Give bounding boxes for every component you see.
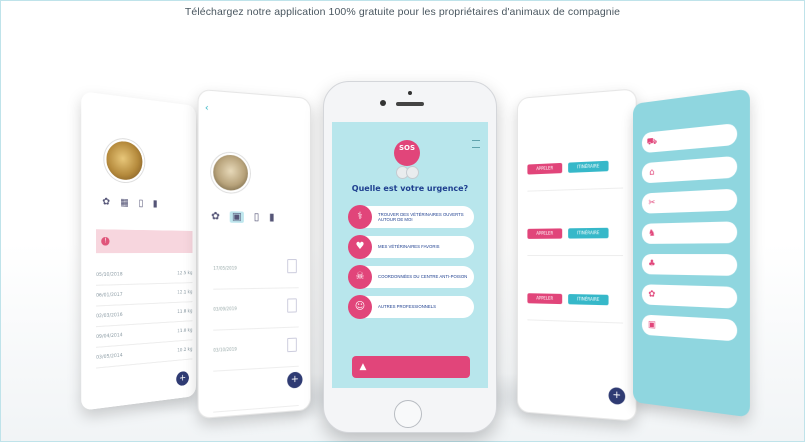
list-item[interactable]: 17/05/2019 [213,248,299,290]
phone-professionals: ⛟ ⌂ ✂ ♞ ♣ ✿ ▣ [633,88,750,418]
house-icon: ⌂ [649,167,655,178]
item-date: 17/05/2019 [213,265,237,271]
bottle-icon[interactable]: ▮ [269,212,274,223]
scissors-icon: ✂ [648,197,656,209]
back-chevron-icon[interactable]: ‹ [205,103,209,114]
other-professionals-button[interactable]: ☺ AUTRES PROFESSIONNELS [348,295,474,319]
phone-vet-list: APPELER ITINÉRAIRE APPELER ITINÉRAIRE AP… [517,88,637,422]
logo-text: SOS [398,144,416,152]
pet-tab-icons: ✿ ▦ ▯ ▮ [102,197,157,210]
list-item[interactable] [213,366,299,413]
calendar-icon[interactable]: ▦ [120,198,129,209]
camera-icon [408,91,412,95]
urgency-question: Quelle est votre urgence? [351,184,469,193]
item-date: 03/09/2019 [213,305,237,312]
weight-list: 05/10/2018 12.5 kg 06/01/2017 12.1 kg 02/0… [96,264,193,369]
phone-screen: SOS Quelle est votre urgence? ⚕ TROUVER … [332,122,488,388]
professional-icon: ☺ [348,295,372,319]
list-item[interactable]: 03/09/2019 [213,288,299,331]
paw-icon[interactable]: ✿ [102,197,110,208]
home-button[interactable] [394,400,422,428]
vet-card[interactable]: APPELER ITINÉRAIRE [527,263,624,324]
bottle-icon[interactable]: ▮ [153,199,158,210]
phone-pet-weight: ✿ ▦ ▯ ▮ ! 05/10/2018 12.5 kg 06/01/2017 12… [81,91,196,411]
row-value: 12.1 kg [177,289,193,296]
document-icon [287,298,297,313]
route-button[interactable]: ITINÉRAIRE [568,160,609,173]
health-record-list: 17/05/2019 03/09/2019 03/10/2019 [213,248,299,413]
pets-illustration [396,166,426,179]
row-value: 11.8 kg [177,308,193,315]
row-date: 03/05/2014 [96,352,123,361]
alert-banner[interactable]: ! [96,229,193,254]
favorite-vets-button[interactable]: ♥ MES VÉTÉRINAIRES FAVORIS [348,235,474,259]
cat-icon: ♣ [648,259,656,270]
antipoison-icon: ☠ [348,265,372,289]
sos-logo: SOS [394,140,420,166]
document-icon[interactable]: ▯ [139,198,144,209]
front-camera-icon [380,100,386,106]
emergency-banner-button[interactable]: ▲ [352,356,470,378]
phone-pet-health: ‹ ✿ ▣ ▯ ▮ 17/05/2019 03/09/2019 03/10/20… [197,88,311,420]
professional-item[interactable]: ▣ [641,314,738,342]
row-date: 06/01/2017 [96,292,123,299]
van-icon: ⛟ [646,136,658,148]
row-date: 02/03/2016 [96,312,123,320]
document-icon[interactable]: ▯ [254,212,259,223]
professional-item[interactable]: ♞ [641,221,738,244]
call-button[interactable]: APPELER [527,162,563,175]
professional-item[interactable]: ♣ [641,254,738,276]
pet-avatar-dog [104,137,145,184]
row-date: 09/04/2014 [96,332,123,340]
pet-tab-icons: ✿ ▣ ▯ ▮ [211,211,274,224]
list-item[interactable]: 03/10/2019 [213,327,299,372]
button-label: MES VÉTÉRINAIRES FAVORIS [378,244,440,250]
row-value: 12.5 kg [177,270,193,276]
professional-item[interactable]: ⛟ [641,123,738,154]
row-value: 10.2 kg [177,346,193,354]
professional-item[interactable]: ⌂ [641,155,738,184]
food-icon: ✿ [648,289,656,300]
professional-item[interactable]: ✿ [641,284,738,309]
headline: Téléchargez notre application 100% gratu… [184,6,621,18]
call-button[interactable]: APPELER [527,228,563,239]
pet-avatar-cat [211,151,250,194]
siren-icon: ▲ [359,362,367,372]
paw-icon[interactable]: ✿ [211,211,220,223]
route-button[interactable]: ITINÉRAIRE [568,227,609,239]
antipoison-button[interactable]: ☠ COORDONNÉES DU CENTRE ANTI-POISON [348,265,474,289]
alert-icon: ! [101,236,110,246]
find-vets-button[interactable]: ⚕ TROUVER DES VÉTÉRINAIRES OUVERTS AUTOU… [348,205,474,229]
button-label: AUTRES PROFESSIONNELS [378,304,437,310]
call-button[interactable]: APPELER [527,293,563,305]
professional-item[interactable]: ✂ [641,188,738,214]
add-button[interactable]: + [176,370,189,387]
medical-kit-icon[interactable]: ▣ [230,211,244,223]
speaker-grille [396,102,424,106]
row-value: 11.0 kg [177,327,193,334]
stethoscope-icon: ⚕ [348,205,372,229]
document-icon [287,337,297,353]
add-button[interactable]: + [287,371,303,389]
button-label: TROUVER DES VÉTÉRINAIRES OUVERTS AUTOUR … [378,211,464,223]
menu-icon[interactable] [472,140,480,148]
cat-face-icon [406,166,419,179]
row-date: 05/10/2018 [96,271,123,278]
bag-icon: ▣ [647,319,656,331]
vet-card[interactable]: APPELER ITINÉRAIRE [527,195,624,257]
dog-icon: ♞ [648,228,656,239]
route-button[interactable]: ITINÉRAIRE [568,294,609,306]
button-label: COORDONNÉES DU CENTRE ANTI-POISON [378,274,468,280]
document-icon [287,259,297,274]
add-button[interactable]: + [608,386,626,405]
item-date: 03/10/2019 [213,346,237,353]
phone-emergency-home: SOS Quelle est votre urgence? ⚕ TROUVER … [323,81,497,433]
vet-card[interactable]: APPELER ITINÉRAIRE [527,128,624,192]
heart-icon: ♥ [348,235,372,259]
